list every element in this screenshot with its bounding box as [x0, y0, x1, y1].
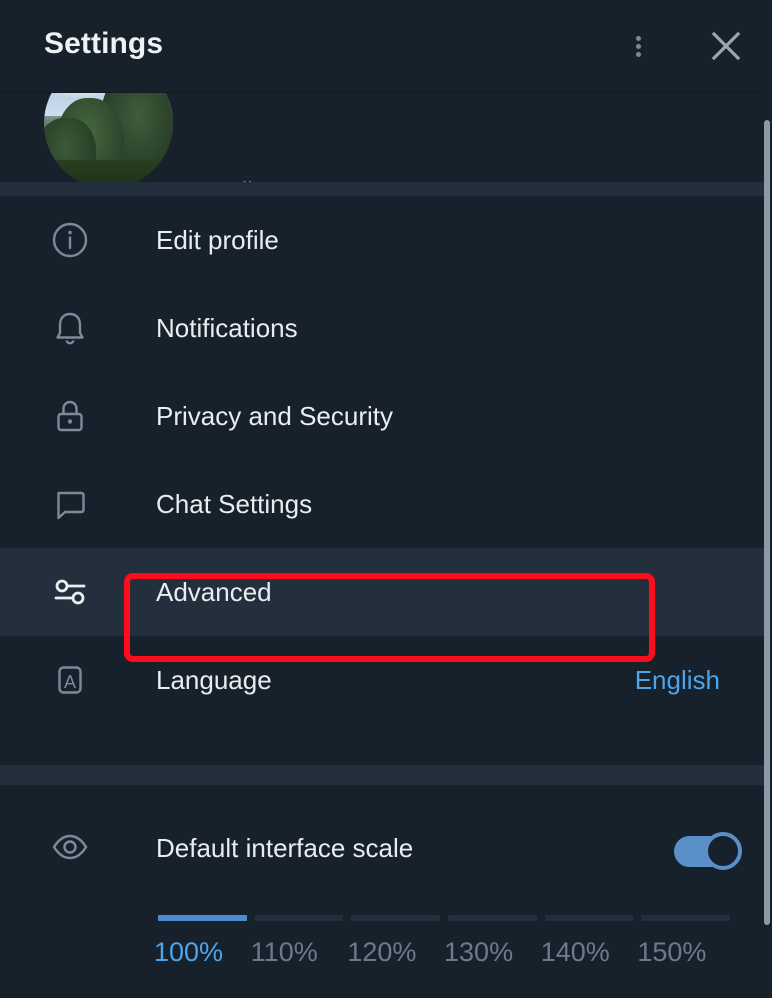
- scale-option-150[interactable]: 150%: [637, 937, 734, 968]
- language-value[interactable]: English: [635, 665, 720, 696]
- bell-icon: [46, 304, 94, 352]
- toggle-knob: [704, 832, 742, 870]
- sidebar-item-label: Advanced: [156, 576, 272, 607]
- chat-bubble-icon: [46, 480, 94, 528]
- section-divider: [0, 182, 766, 196]
- scale-option-100[interactable]: 100%: [154, 937, 251, 968]
- scale-option-130[interactable]: 130%: [444, 937, 541, 968]
- avatar-ground: [44, 159, 173, 183]
- kebab-dot: [635, 43, 641, 49]
- interface-scale-section: Default interface scale 100% 110% 120% 1…: [0, 785, 766, 967]
- info-circle-icon: [46, 216, 94, 264]
- window-header: Settings: [0, 0, 772, 92]
- scale-slider-segment[interactable]: [641, 915, 731, 921]
- sidebar-item-label: Notifications: [156, 312, 298, 343]
- kebab-dot: [635, 51, 641, 57]
- kebab-dot: [635, 35, 641, 41]
- sidebar-item-language[interactable]: A Language English: [0, 636, 766, 724]
- sidebar-item-advanced[interactable]: Advanced: [0, 548, 766, 636]
- profile-strip[interactable]: online: [0, 92, 766, 183]
- sidebar-item-label: Chat Settings: [156, 488, 313, 519]
- tune-sliders-icon: [46, 568, 94, 616]
- scale-option-110[interactable]: 110%: [251, 937, 348, 968]
- sidebar-item-edit-profile[interactable]: Edit profile: [0, 196, 766, 284]
- kebab-menu-icon[interactable]: [614, 22, 662, 70]
- close-icon[interactable]: [702, 22, 750, 70]
- sidebar-item-privacy-and-security[interactable]: Privacy and Security: [0, 372, 766, 460]
- page-title: Settings: [44, 27, 164, 60]
- interface-scale-label: Default interface scale: [156, 833, 414, 863]
- settings-list: Edit profile Notifications Privacy and S…: [0, 196, 766, 724]
- sidebar-item-label: Edit profile: [156, 224, 279, 255]
- sidebar-item-chat-settings[interactable]: Chat Settings: [0, 460, 766, 548]
- scale-slider-track: [158, 915, 731, 921]
- sidebar-item-label: Privacy and Security: [156, 400, 393, 431]
- scale-option-120[interactable]: 120%: [347, 937, 444, 968]
- sidebar-item-notifications[interactable]: Notifications: [0, 284, 766, 372]
- vertical-scrollbar[interactable]: [764, 120, 770, 925]
- settings-window: online Settings: [0, 0, 772, 998]
- eye-icon: [46, 823, 94, 871]
- scale-slider-segment[interactable]: [448, 915, 537, 921]
- scale-slider-segment[interactable]: [544, 915, 634, 921]
- avatar[interactable]: [44, 93, 173, 183]
- scale-slider-segment[interactable]: [158, 915, 247, 921]
- scale-slider[interactable]: 100% 110% 120% 130% 140% 150%: [154, 915, 731, 975]
- svg-text:A: A: [64, 672, 76, 692]
- scale-slider-segment[interactable]: [254, 915, 344, 921]
- lock-icon: [46, 392, 94, 440]
- scale-option-140[interactable]: 140%: [541, 937, 638, 968]
- section-divider: [0, 765, 766, 785]
- interface-scale-row[interactable]: Default interface scale: [0, 785, 766, 905]
- sidebar-item-label: Language: [156, 664, 272, 695]
- scale-slider-labels: 100% 110% 120% 130% 140% 150%: [154, 937, 734, 968]
- language-a-icon: A: [46, 656, 94, 704]
- interface-scale-toggle[interactable]: [674, 832, 742, 870]
- scale-slider-segment[interactable]: [351, 915, 441, 921]
